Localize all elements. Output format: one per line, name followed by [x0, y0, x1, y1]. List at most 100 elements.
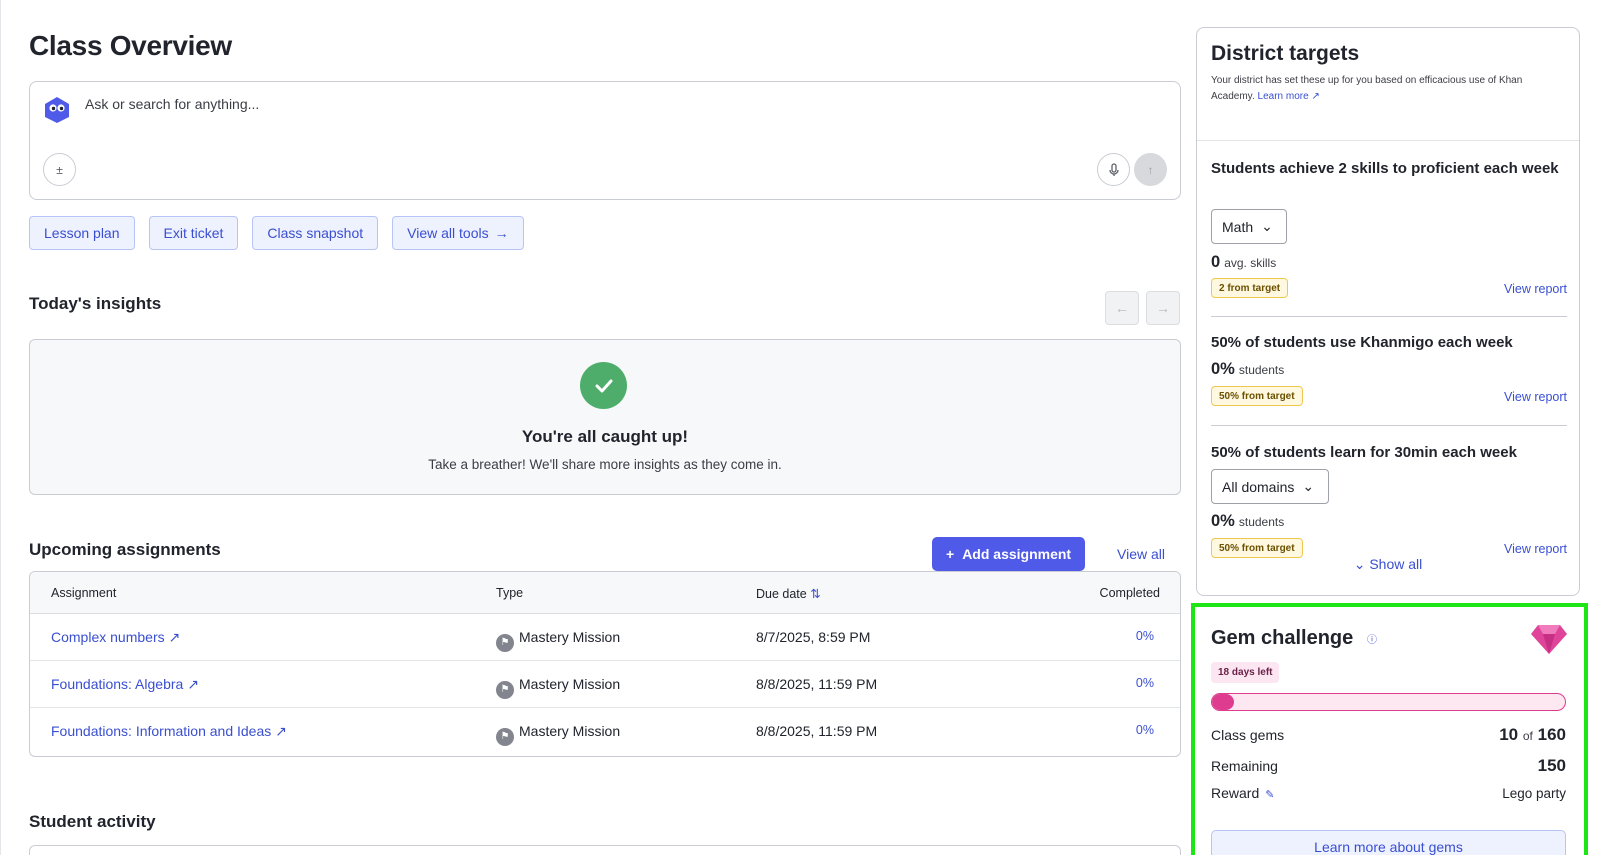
send-button[interactable]: ↑: [1134, 153, 1167, 186]
chevron-down-icon: ⌄: [1261, 218, 1273, 234]
class-gems-row: Class gems 10 of 160: [1211, 725, 1566, 744]
insights-empty-title: You're all caught up!: [521, 427, 689, 446]
column-assignment: Assignment: [51, 586, 117, 600]
view-report-link[interactable]: View report: [1504, 390, 1567, 404]
district-targets-description: Your district has set these up for you b…: [1211, 75, 1523, 102]
assignment-type: ⚑ Mastery Mission: [496, 723, 620, 746]
exit-ticket-button[interactable]: Exit ticket: [148, 216, 239, 250]
gem-icon: [1531, 625, 1567, 654]
assignment-type: ⚑ Mastery Mission: [496, 629, 620, 652]
insights-nav: ← →: [1105, 291, 1180, 325]
learn-more-link[interactable]: Learn more ↗: [1258, 91, 1320, 102]
insights-panel: You're all caught up! Take a breather! W…: [29, 339, 1181, 495]
assignment-due: 8/7/2025, 8:59 PM: [756, 629, 871, 645]
district-targets-title: District targets: [1211, 42, 1360, 65]
table-row: Foundations: Information and Ideas ↗ ⚑ Ma…: [30, 708, 1180, 755]
chevron-down-icon: ⌄: [1353, 556, 1366, 572]
external-link-icon: ↗: [275, 723, 287, 739]
target-khanmigo: 50% of students use Khanmigo each week 0…: [1211, 332, 1567, 412]
assignment-completed[interactable]: 0%: [1136, 723, 1154, 737]
add-assignment-button[interactable]: + Add assignment: [932, 537, 1086, 571]
class-snapshot-button[interactable]: Class snapshot: [252, 216, 379, 250]
subject-dropdown[interactable]: Math ⌄: [1211, 209, 1287, 244]
table-row: Foundations: Algebra ↗ ⚑ Mastery Mission …: [30, 661, 1180, 708]
view-report-link[interactable]: View report: [1504, 542, 1567, 556]
insights-empty-subtitle: Take a breather! We'll share more insigh…: [428, 457, 782, 472]
table-row: Complex numbers ↗ ⚑ Mastery Mission 8/7/2…: [30, 614, 1180, 661]
external-link-icon: ↗: [1311, 91, 1320, 102]
info-icon[interactable]: ⓘ: [1367, 631, 1377, 646]
assignment-link[interactable]: Foundations: Information and Ideas ↗: [51, 723, 287, 740]
gem-progress-fill: [1212, 694, 1235, 710]
divider: [1211, 425, 1567, 426]
assignments-title: Upcoming assignments: [29, 540, 221, 559]
target-badge: 50% from target: [1211, 538, 1303, 558]
view-report-link[interactable]: View report: [1504, 282, 1567, 296]
target-skills: Students achieve 2 skills to proficient …: [1211, 158, 1567, 298]
gem-progress-bar: [1211, 693, 1566, 711]
target-learning-time: 50% of students learn for 30min each wee…: [1211, 442, 1567, 562]
remaining-row: Remaining 150: [1211, 756, 1566, 775]
left-edge-divider: [0, 0, 1, 855]
divider: [1197, 140, 1579, 141]
target-title: 50% of students use Khanmigo each week: [1211, 334, 1513, 351]
column-type: Type: [496, 586, 524, 600]
divider: [1211, 316, 1567, 317]
lesson-plan-button[interactable]: Lesson plan: [29, 216, 135, 250]
external-link-icon: ↗: [187, 676, 199, 692]
assignment-due: 8/8/2025, 11:59 PM: [756, 676, 878, 692]
assignments-table: Assignment Type Due date ⇅ Completed Com…: [29, 571, 1181, 757]
domain-dropdown[interactable]: All domains ⌄: [1211, 469, 1329, 504]
table-header: Assignment Type Due date ⇅ Completed: [30, 572, 1180, 614]
student-activity-title: Student activity: [29, 812, 156, 831]
check-icon: [580, 362, 627, 409]
gem-challenge-card: Gem challenge ⓘ 18 days left Class gems …: [1191, 603, 1588, 855]
next-button[interactable]: →: [1146, 291, 1180, 325]
arrow-right-icon: →: [1156, 300, 1170, 316]
flag-icon: ⚑: [496, 727, 514, 746]
days-left-badge: 18 days left: [1211, 662, 1280, 683]
arrow-left-icon: ←: [1115, 300, 1129, 316]
target-badge: 2 from target: [1211, 278, 1289, 298]
target-metric: 0% students: [1211, 360, 1285, 378]
assignment-completed[interactable]: 0%: [1136, 676, 1154, 690]
target-title: 50% of students learn for 30min each wee…: [1211, 444, 1517, 461]
column-completed: Completed: [1099, 586, 1160, 600]
column-due-date[interactable]: Due date ⇅: [756, 586, 821, 601]
calculator-icon: ±: [56, 162, 63, 177]
reward-row: Reward ✎ Lego party: [1211, 785, 1566, 801]
target-metric: 0 avg. skills: [1211, 253, 1277, 271]
assignment-link[interactable]: Complex numbers ↗: [51, 629, 180, 646]
view-all-assignments-link[interactable]: View all: [1117, 546, 1165, 562]
flag-icon: ⚑: [496, 680, 514, 699]
search-input[interactable]: [85, 96, 985, 112]
page-title: Class Overview: [29, 30, 232, 61]
show-all-button[interactable]: ⌄ Show all: [1197, 556, 1579, 573]
assignment-link[interactable]: Foundations: Algebra ↗: [51, 676, 199, 693]
ask-box[interactable]: ± ↑: [29, 81, 1181, 200]
edit-icon[interactable]: ✎: [1265, 789, 1274, 801]
student-activity-panel: [29, 845, 1181, 855]
assignment-due: 8/8/2025, 11:59 PM: [756, 723, 878, 739]
flag-icon: ⚑: [496, 633, 514, 652]
microphone-icon: [1108, 162, 1119, 176]
tool-chips: Lesson plan Exit ticket Class snapshot V…: [29, 216, 524, 250]
khanmigo-bot-icon: [45, 97, 69, 123]
calculator-button[interactable]: ±: [43, 153, 76, 186]
target-metric: 0% students: [1211, 512, 1285, 530]
external-link-icon: ↗: [168, 629, 181, 645]
gem-challenge-title: Gem challenge: [1211, 627, 1354, 649]
microphone-button[interactable]: [1097, 153, 1130, 186]
assignment-type: ⚑ Mastery Mission: [496, 676, 620, 699]
assignment-completed[interactable]: 0%: [1136, 629, 1154, 643]
view-all-tools-button[interactable]: View all tools →: [392, 216, 524, 250]
sort-icon: ⇅: [810, 587, 821, 601]
learn-more-gems-button[interactable]: Learn more about gems: [1211, 830, 1566, 855]
arrow-up-icon: ↑: [1147, 162, 1154, 177]
arrow-right-icon: →: [494, 225, 509, 241]
previous-button[interactable]: ←: [1105, 291, 1139, 325]
target-title: Students achieve 2 skills to proficient …: [1211, 160, 1559, 177]
chevron-down-icon: ⌄: [1302, 478, 1315, 494]
insights-title: Today's insights: [29, 294, 162, 313]
plus-icon: +: [946, 546, 955, 562]
